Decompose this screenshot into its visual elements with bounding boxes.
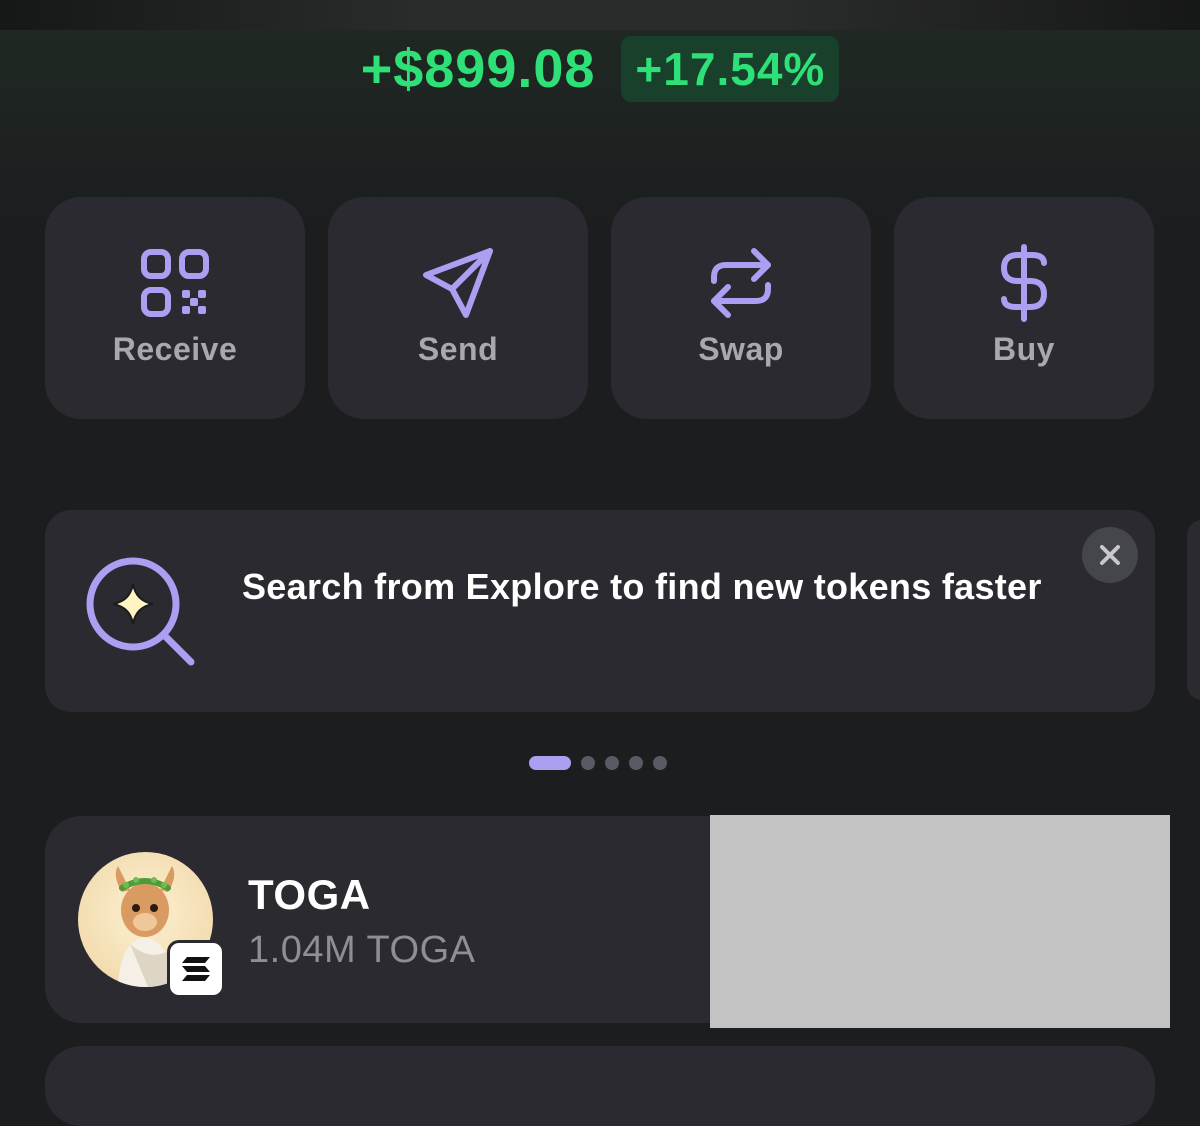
swap-button[interactable]: Swap [611, 197, 871, 419]
search-sparkle-icon [83, 554, 199, 670]
carousel-dot[interactable] [581, 756, 595, 770]
action-buttons: Receive Send Swap Buy [45, 197, 1155, 419]
explore-promo-card[interactable]: Search from Explore to find new tokens f… [45, 510, 1155, 712]
token-amount: 1.04M TOGA [248, 929, 476, 971]
close-icon[interactable] [1082, 527, 1138, 583]
pnl-value: +$899.08 [360, 39, 596, 99]
solana-icon [167, 940, 225, 998]
carousel-dot-active[interactable] [529, 756, 571, 770]
pnl-summary: +$899.08 +17.54% [0, 36, 1200, 102]
token-row-next[interactable] [45, 1046, 1155, 1126]
receive-label: Receive [112, 331, 238, 367]
token-name: TOGA [248, 871, 371, 918]
redacted-area [710, 815, 1170, 1028]
receive-button[interactable]: Receive [45, 197, 305, 419]
buy-label: Buy [993, 331, 1055, 367]
next-promo-card-peek[interactable] [1187, 520, 1200, 700]
send-icon [418, 243, 498, 323]
carousel-pagination [529, 756, 667, 770]
swap-label: Swap [698, 331, 784, 367]
promo-text: Search from Explore to find new tokens f… [242, 566, 1042, 607]
dollar-icon [984, 243, 1064, 323]
send-button[interactable]: Send [328, 197, 588, 419]
carousel-dot[interactable] [605, 756, 619, 770]
qr-code-icon [135, 243, 215, 323]
carousel-dot[interactable] [629, 756, 643, 770]
buy-button[interactable]: Buy [894, 197, 1154, 419]
pnl-percent-badge: +17.54% [621, 36, 840, 102]
carousel-dot[interactable] [653, 756, 667, 770]
send-label: Send [417, 331, 499, 367]
swap-icon [701, 243, 781, 323]
status-bar-strip [0, 0, 1200, 30]
